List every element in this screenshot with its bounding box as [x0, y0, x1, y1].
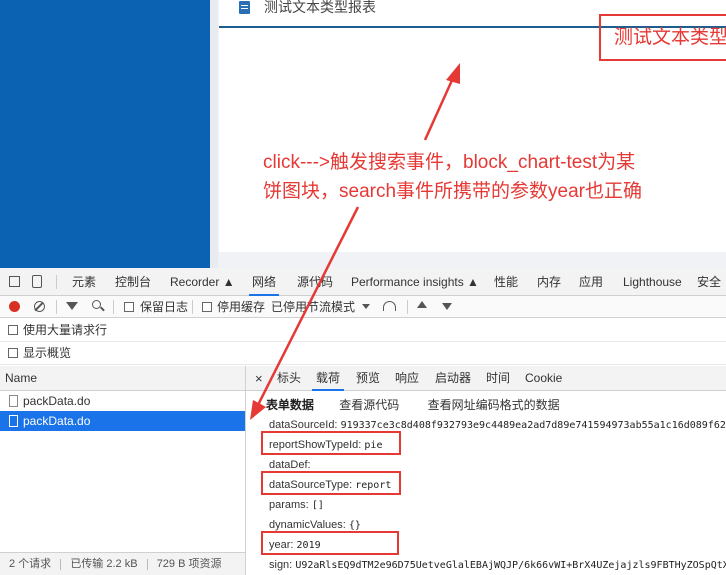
screenshot-root: 测试文本类型报表 测试文本类型报表 click--->触发搜索事件，block_…: [0, 0, 726, 575]
preserve-log-checkbox[interactable]: [124, 302, 134, 312]
tab-security[interactable]: 安全: [697, 268, 721, 296]
tab-performance[interactable]: 性能: [494, 268, 518, 296]
tab-separator: [56, 275, 57, 289]
request-detail-pane: × 标头 载荷 预览 响应 启动器 时间 Cookie ▼ 表单数据 查看源代码 …: [246, 366, 726, 575]
tab-recorder[interactable]: Recorder ▲: [170, 268, 235, 296]
field-key: dynamicValues:: [269, 519, 346, 531]
view-source-link[interactable]: 查看源代码: [339, 398, 399, 412]
devtools-tab-bar: 元素 控制台 Recorder ▲ 网络 源代码 Performance ins…: [0, 268, 726, 296]
throttling-select[interactable]: 已停用节流模式: [271, 296, 355, 318]
status-separator: [60, 558, 62, 570]
network-conditions-icon[interactable]: [383, 301, 396, 311]
tab-sources[interactable]: 源代码: [297, 268, 333, 296]
web-page-area: 测试文本类型报表 测试文本类型报表: [0, 0, 726, 268]
tab-response[interactable]: 响应: [395, 366, 419, 391]
preserve-log-label: 保留日志: [140, 300, 189, 314]
field-key: sign:: [269, 559, 293, 571]
tab-initiator[interactable]: 启动器: [435, 366, 471, 391]
record-icon[interactable]: [9, 301, 20, 312]
network-toolbar: 保留日志 停用缓存 已停用节流模式: [0, 296, 726, 318]
form-data-title: 表单数据: [265, 398, 314, 412]
field-value: []: [311, 500, 324, 511]
field-value: 919337ce3c8d408f932793e9c4489ea2ad7d89e7…: [340, 420, 726, 431]
highlight-report-show-type: [261, 431, 401, 455]
inspect-element-icon[interactable]: [9, 276, 20, 287]
tab-network[interactable]: 网络: [249, 268, 280, 296]
show-overview-label: 显示概览: [23, 346, 72, 360]
tab-application[interactable]: 应用: [579, 268, 603, 296]
close-icon[interactable]: ×: [255, 366, 263, 391]
request-list-header[interactable]: Name: [0, 366, 245, 391]
device-toolbar-icon[interactable]: [32, 275, 42, 288]
tab-performance-insights[interactable]: Performance insights ▲: [351, 268, 479, 296]
toolbar-separator: [192, 300, 193, 314]
disable-cache-label: 停用缓存: [217, 300, 266, 314]
tab-preview[interactable]: 预览: [356, 366, 380, 391]
tab-cookies[interactable]: Cookie: [525, 366, 562, 391]
tab-memory[interactable]: 内存: [537, 268, 561, 296]
request-name: packData.do: [23, 414, 91, 428]
highlight-data-source-type: [261, 471, 401, 495]
tab-timing[interactable]: 时间: [486, 366, 510, 391]
view-url-encoded-link[interactable]: 查看网址编码格式的数据: [428, 398, 560, 412]
annotation-text: click--->触发搜索事件，block_chart-test为某 饼图块，s…: [263, 148, 723, 206]
report-header-title: 测试文本类型报表: [264, 0, 376, 15]
file-icon: [9, 415, 18, 427]
toolbar-separator: [113, 300, 114, 314]
annotation-line-2: 饼图块，search事件所携带的参数year也正确: [263, 181, 642, 202]
expand-triangle-icon: ▼: [254, 401, 263, 411]
option-row-overview: 显示概览: [0, 342, 726, 365]
request-row-selected[interactable]: packData.do: [0, 411, 245, 431]
document-icon: [239, 1, 250, 14]
devtools-panel: 元素 控制台 Recorder ▲ 网络 源代码 Performance ins…: [0, 268, 726, 575]
field-key: params:: [269, 499, 309, 511]
status-separator: [146, 558, 148, 570]
transferred-size: 已传输 2.2 kB: [70, 558, 138, 570]
request-name: packData.do: [23, 394, 91, 408]
field-value: U92aRlsEQ9dTM2e96D75UetveGlalEBAjWQJP/6k…: [295, 560, 726, 571]
chevron-down-icon[interactable]: [362, 304, 370, 309]
annotation-line-1: click--->触发搜索事件，block_chart-test为某: [263, 152, 636, 173]
file-icon: [9, 395, 18, 407]
network-status-bar: 2 个请求 已传输 2.2 kB 729 B 项资源: [0, 552, 245, 575]
option-row-large-rows: 使用大量请求行: [0, 319, 726, 342]
search-icon[interactable]: [92, 300, 101, 309]
tab-payload[interactable]: 载荷: [312, 366, 345, 391]
export-har-icon[interactable]: [442, 303, 452, 310]
left-navigation-panel: [0, 0, 210, 268]
tab-lighthouse[interactable]: Lighthouse: [623, 268, 682, 296]
clear-icon[interactable]: [34, 301, 45, 312]
field-key: dataSourceId:: [269, 419, 338, 431]
resource-size: 729 B 项资源: [156, 558, 222, 570]
form-data-section-header[interactable]: ▼ 表单数据 查看源代码 查看网址编码格式的数据: [254, 397, 560, 413]
request-list: Name packData.do packData.do 2 个请求 已传输 2…: [0, 366, 246, 575]
toolbar-separator: [56, 300, 57, 314]
field-value: {}: [348, 520, 361, 531]
disable-cache-checkbox[interactable]: [202, 302, 212, 312]
payload-field: sign: U92aRlsEQ9dTM2e96D75UetveGlalEBAjW…: [269, 557, 726, 573]
request-row[interactable]: packData.do: [0, 391, 245, 411]
detail-tab-bar: × 标头 载荷 预览 响应 启动器 时间 Cookie: [246, 366, 726, 391]
toolbar-separator: [407, 300, 408, 314]
import-har-icon[interactable]: [417, 301, 427, 308]
large-rows-label: 使用大量请求行: [23, 323, 108, 337]
tab-headers[interactable]: 标头: [277, 366, 301, 391]
tab-console[interactable]: 控制台: [115, 268, 151, 296]
request-count: 2 个请求: [9, 558, 52, 570]
report-content-card: 测试文本类型报表 测试文本类型报表: [219, 0, 726, 252]
large-rows-checkbox[interactable]: [8, 325, 18, 335]
filter-icon[interactable]: [66, 302, 78, 310]
highlight-year: [261, 531, 399, 555]
tab-elements[interactable]: 元素: [72, 268, 96, 296]
payload-field: params: []: [269, 497, 324, 513]
nav-divider: [210, 0, 218, 268]
show-overview-checkbox[interactable]: [8, 348, 18, 358]
field-key: dataDef:: [269, 459, 311, 471]
report-title-highlight: 测试文本类型报表: [599, 14, 726, 61]
